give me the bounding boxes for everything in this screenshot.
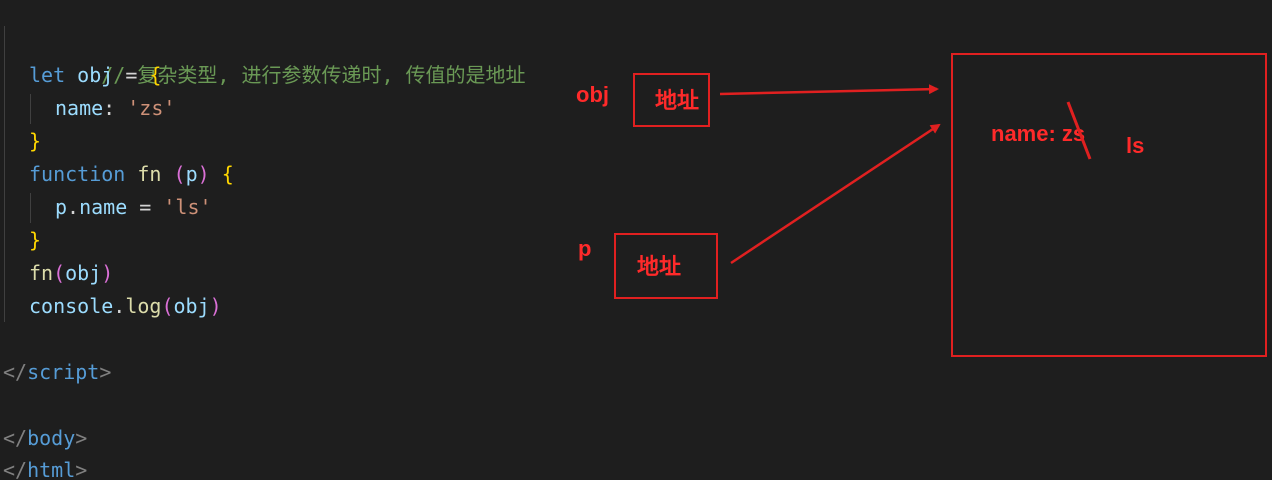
close-paren: )	[197, 162, 210, 186]
var-p: p	[55, 195, 68, 219]
string-zs: 'zs'	[127, 96, 176, 120]
p-address-text: 地址	[637, 254, 682, 279]
heap-object-box	[951, 53, 1267, 357]
code-line-comment: // 复杂类型, 进行参数传递时, 传值的是地址	[29, 26, 525, 87]
indent-guide-fn	[30, 193, 31, 223]
keyword-let: let	[29, 63, 66, 87]
label-p: p	[578, 236, 592, 261]
open-paren: (	[173, 162, 186, 186]
close-brace: }	[29, 228, 42, 252]
string-ls: 'ls'	[163, 195, 212, 219]
code-line-body-close: </body>	[3, 426, 88, 450]
open-brace: {	[149, 63, 162, 87]
console-object: console	[29, 294, 114, 318]
code-line-call-fn: fn(obj)	[29, 261, 114, 285]
code-line-html-close: </html>	[3, 458, 88, 480]
function-name-fn: fn	[137, 162, 162, 186]
log-method: log	[125, 294, 162, 318]
arrow-obj-to-heap	[719, 84, 939, 96]
tag-body: body	[27, 426, 76, 450]
code-line-console-log: console.log(obj)	[29, 294, 222, 318]
arrow-p-to-heap	[730, 123, 941, 265]
open-brace: {	[221, 162, 234, 186]
heap-prop-text: name: zs	[991, 121, 1086, 146]
log-arg-obj: obj	[173, 294, 210, 318]
obj-address-box: 地址	[633, 73, 710, 127]
tag-html: html	[27, 458, 76, 480]
tag-script: script	[27, 360, 100, 384]
code-line-name-prop: name: 'zs'	[55, 96, 176, 120]
param-p: p	[185, 162, 198, 186]
prop-name: name	[55, 96, 104, 120]
prop-name: name	[79, 195, 128, 219]
heap-new-value: ls	[1126, 133, 1145, 158]
call-fn: fn	[29, 261, 54, 285]
p-address-box: 地址	[614, 233, 718, 299]
code-line-function: function fn (p) {	[29, 158, 234, 191]
arg-obj: obj	[65, 261, 102, 285]
code-line-assign-ls: p.name = 'ls'	[55, 195, 212, 219]
indent-guide-outer	[4, 26, 5, 322]
close-brace: }	[29, 129, 42, 153]
canvas: // 复杂类型, 进行参数传递时, 传值的是地址 let obj = { nam…	[0, 0, 1272, 480]
var-obj: obj	[77, 63, 114, 87]
label-obj: obj	[576, 82, 609, 107]
obj-address-text: 地址	[655, 88, 700, 113]
code-line-close-obj: }	[29, 125, 41, 158]
code-line-script-close: </script>	[3, 360, 112, 384]
keyword-function: function	[29, 162, 126, 186]
code-editor[interactable]: // 复杂类型, 进行参数传递时, 传值的是地址 let obj = { nam…	[0, 0, 560, 480]
code-line-let-obj: let obj = {	[29, 63, 162, 87]
code-line-close-fn: }	[29, 224, 41, 257]
comment-text: // 复杂类型, 进行参数传递时, 传值的是地址	[101, 63, 526, 87]
